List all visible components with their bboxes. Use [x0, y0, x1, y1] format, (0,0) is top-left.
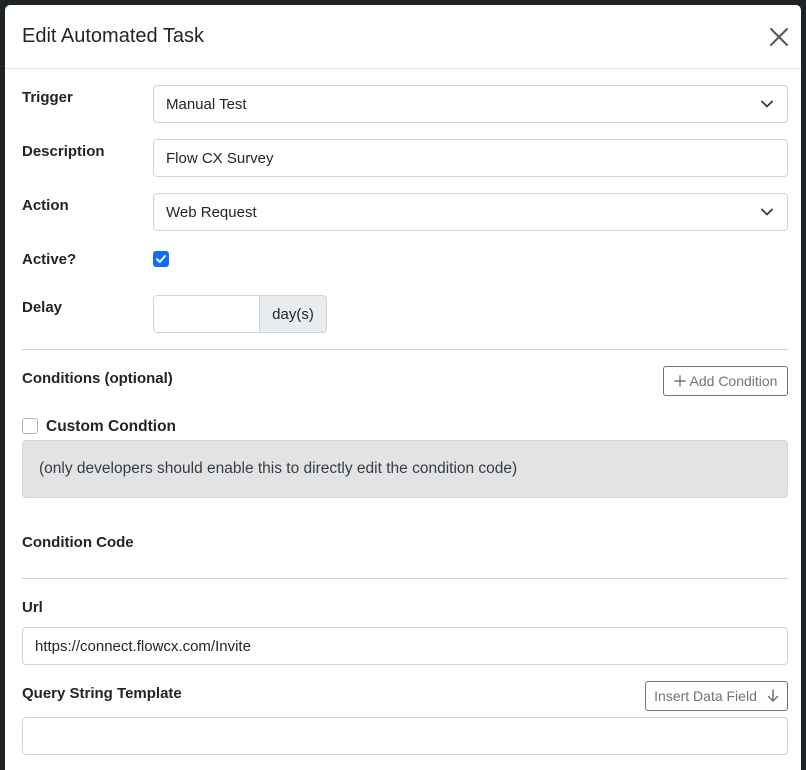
add-condition-label: Add Condition: [689, 373, 778, 389]
custom-condition-label: Custom Condtion: [46, 418, 177, 435]
custom-condition-info: (only developers should enable this to d…: [22, 440, 788, 498]
delay-input[interactable]: [153, 295, 260, 333]
description-label: Description: [22, 143, 105, 160]
conditions-label: Conditions (optional): [22, 370, 173, 387]
custom-condition-checkbox[interactable]: [22, 418, 38, 434]
delay-label: Delay: [22, 299, 63, 316]
action-select[interactable]: Web Request: [153, 193, 788, 231]
trigger-select[interactable]: Manual Test: [153, 85, 788, 123]
close-button[interactable]: [769, 27, 789, 47]
url-label: Url: [22, 599, 43, 616]
trigger-select-value: Manual Test: [166, 95, 247, 113]
section-divider: [22, 349, 788, 350]
check-icon: [156, 255, 166, 263]
action-label: Action: [22, 197, 69, 214]
arrow-down-icon: [767, 689, 779, 702]
edit-task-modal: Edit Automated Task Trigger Manual Test …: [5, 5, 801, 770]
description-input-value: Flow CX Survey: [166, 149, 274, 167]
chevron-down-icon: [761, 100, 773, 108]
query-string-input[interactable]: [22, 717, 788, 755]
close-icon: [770, 28, 788, 46]
plus-icon: [673, 375, 686, 387]
trigger-label: Trigger: [22, 89, 73, 106]
chevron-down-icon: [761, 208, 773, 216]
active-label: Active?: [22, 251, 77, 268]
url-input-value: https://connect.flowcx.com/Invite: [35, 637, 251, 655]
insert-data-field-button[interactable]: Insert Data Field: [645, 681, 788, 711]
modal-title: Edit Automated Task: [22, 25, 204, 47]
add-condition-button[interactable]: Add Condition: [663, 366, 788, 396]
url-input[interactable]: https://connect.flowcx.com/Invite: [22, 627, 788, 665]
query-string-label: Query String Template: [22, 685, 182, 702]
description-input[interactable]: Flow CX Survey: [153, 139, 788, 177]
active-checkbox[interactable]: [153, 251, 169, 267]
insert-data-field-label: Insert Data Field: [654, 688, 757, 704]
action-select-value: Web Request: [166, 203, 257, 221]
delay-unit: day(s): [259, 295, 327, 333]
modal-header: Edit Automated Task: [5, 5, 801, 69]
condition-code-label: Condition Code: [22, 534, 134, 551]
section-divider: [22, 578, 788, 579]
